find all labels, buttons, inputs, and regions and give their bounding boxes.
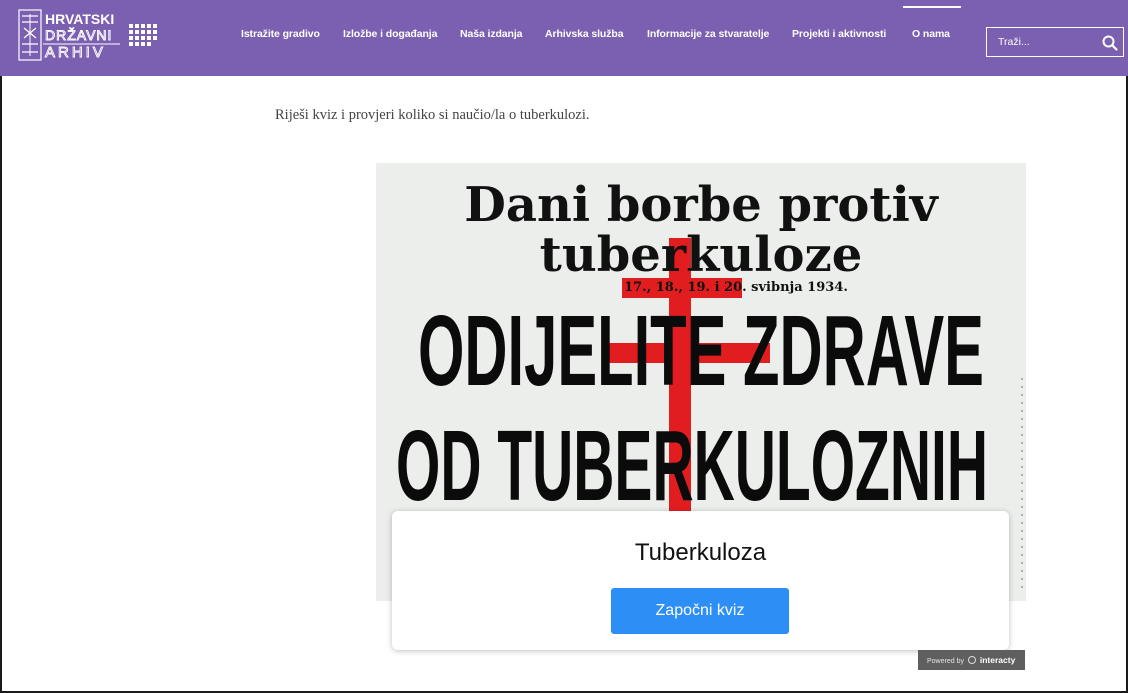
svg-text:Dani borbe protiv: Dani borbe protiv (464, 177, 940, 233)
svg-text:HRVATSKI: HRVATSKI (45, 11, 114, 27)
svg-text:OD TUBERKULOZNIH: OD TUBERKULOZNIH (396, 410, 988, 522)
quiz-intro-text: Riješi kviz i provjeri koliko si naučio/… (275, 107, 590, 123)
search-input[interactable] (987, 28, 1095, 56)
svg-text:17., 18., 19. i 20. svibnja 19: 17., 18., 19. i 20. svibnja 1934. (624, 280, 848, 295)
nav-item-istrazite-gradivo[interactable]: Istražite gradivo (241, 28, 320, 40)
hda-logo-graphic: HRVATSKI DRŽAVNI ARHIV (18, 9, 120, 61)
powered-by-prefix: Powered by (927, 658, 964, 665)
nav-item-nasa-izdanja[interactable]: Naša izdanja (460, 28, 523, 40)
nav-item-o-nama[interactable]: O nama (912, 28, 950, 40)
search-icon[interactable] (1101, 34, 1119, 52)
nav-item-arhivska-sluzba[interactable]: Arhivska služba (545, 28, 624, 40)
svg-text:DRŽAVNI: DRŽAVNI (45, 27, 112, 43)
hda-logo[interactable]: HRVATSKI DRŽAVNI ARHIV (18, 8, 122, 62)
interacty-logo-icon (967, 656, 976, 664)
svg-text:tuberkuloze: tuberkuloze (540, 227, 863, 283)
svg-text:ARHIV: ARHIV (45, 44, 106, 61)
search-box (986, 27, 1124, 57)
nav-item-izlozbe-i-dogadanja[interactable]: Izložbe i događanja (343, 28, 437, 40)
quiz-start-card: Tuberkuloza Započni kviz (392, 511, 1009, 650)
quiz-title: Tuberkuloza (634, 539, 767, 566)
nav-item-projekti-i-aktivnosti[interactable]: Projekti i aktivnosti (792, 28, 886, 40)
powered-by-brand: interacty (979, 655, 1016, 665)
start-quiz-button[interactable]: Započni kviz (611, 588, 789, 634)
site-header: HRVATSKI DRŽAVNI ARHIV Istražite gradivo… (0, 0, 1128, 76)
svg-text:ODIJELITE ZDRAVE: ODIJELITE ZDRAVE (418, 295, 984, 407)
powered-by-badge[interactable]: Powered by interacty (918, 650, 1025, 670)
apps-grid-icon[interactable] (129, 24, 157, 48)
nav-item-informacije-za-stvaratelje[interactable]: Informacije za stvaratelje (647, 28, 769, 40)
nav-active-indicator (903, 6, 961, 8)
